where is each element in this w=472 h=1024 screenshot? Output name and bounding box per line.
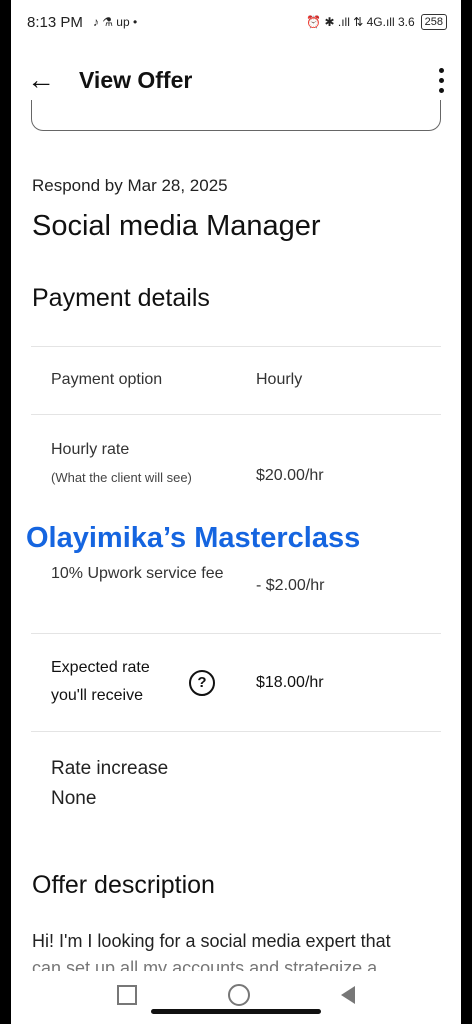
more-options-icon[interactable] — [421, 67, 461, 93]
back-triangle-icon[interactable] — [341, 986, 356, 1004]
page-title: View Offer — [79, 66, 193, 93]
hourly-rate-label-text: Hourly rate — [51, 441, 130, 458]
hourly-rate-value: $20.00/hr — [256, 467, 324, 484]
divider — [31, 414, 441, 415]
payment-option-label: Payment option — [51, 371, 163, 388]
status-time: 8:13 PM — [27, 13, 83, 31]
service-fee-label: 10% Upwork service fee — [51, 565, 224, 582]
home-icon[interactable] — [227, 984, 250, 1006]
divider — [31, 346, 441, 347]
help-icon[interactable]: ? — [189, 670, 215, 696]
offer-description-heading: Offer description — [32, 871, 215, 899]
phone-screen: 8:13 PM ♪ ⚗ up • ⏰ ✱ .ıll ⇅ 4G.ıll 3.6 2… — [11, 0, 461, 1024]
collapsed-card-edge — [31, 100, 441, 131]
payment-details-heading: Payment details — [32, 284, 210, 312]
divider — [31, 731, 441, 732]
watermark-text: Olayimika’s Masterclass — [26, 522, 361, 554]
expected-rate-label: Expected rate you'll receive — [51, 659, 150, 704]
offer-description-text-cut: can set up all my accounts and strategiz… — [32, 958, 378, 971]
hourly-rate-label: Hourly rate (What the client will see) — [51, 436, 221, 492]
status-app-icons: ♪ ⚗ up • — [92, 15, 138, 29]
payment-option-value: Hourly — [256, 371, 303, 388]
offer-description-text: Hi! I'm I looking for a social media exp… — [32, 931, 391, 951]
back-arrow-icon[interactable]: ← — [11, 64, 71, 96]
home-indicator[interactable] — [151, 1009, 321, 1014]
rate-increase-block: Rate increase None — [51, 754, 168, 814]
status-bar: 8:13 PM ♪ ⚗ up • ⏰ ✱ .ıll ⇅ 4G.ıll 3.6 2… — [11, 0, 461, 44]
job-title: Social media Manager — [32, 210, 321, 242]
rate-increase-value: None — [51, 788, 97, 809]
expected-rate-value: $18.00/hr — [256, 674, 324, 691]
respond-by-date: Respond by Mar 28, 2025 — [32, 176, 228, 195]
rate-increase-label: Rate increase — [51, 758, 169, 779]
hourly-rate-sublabel: (What the client will see) — [51, 470, 192, 485]
service-fee-value: - $2.00/hr — [256, 577, 325, 594]
status-signal-icons: ⏰ ✱ .ıll ⇅ 4G.ıll 3.6 — [306, 15, 415, 29]
recents-icon[interactable] — [116, 985, 137, 1005]
battery-icon: 258 — [420, 14, 447, 30]
divider — [31, 633, 441, 634]
